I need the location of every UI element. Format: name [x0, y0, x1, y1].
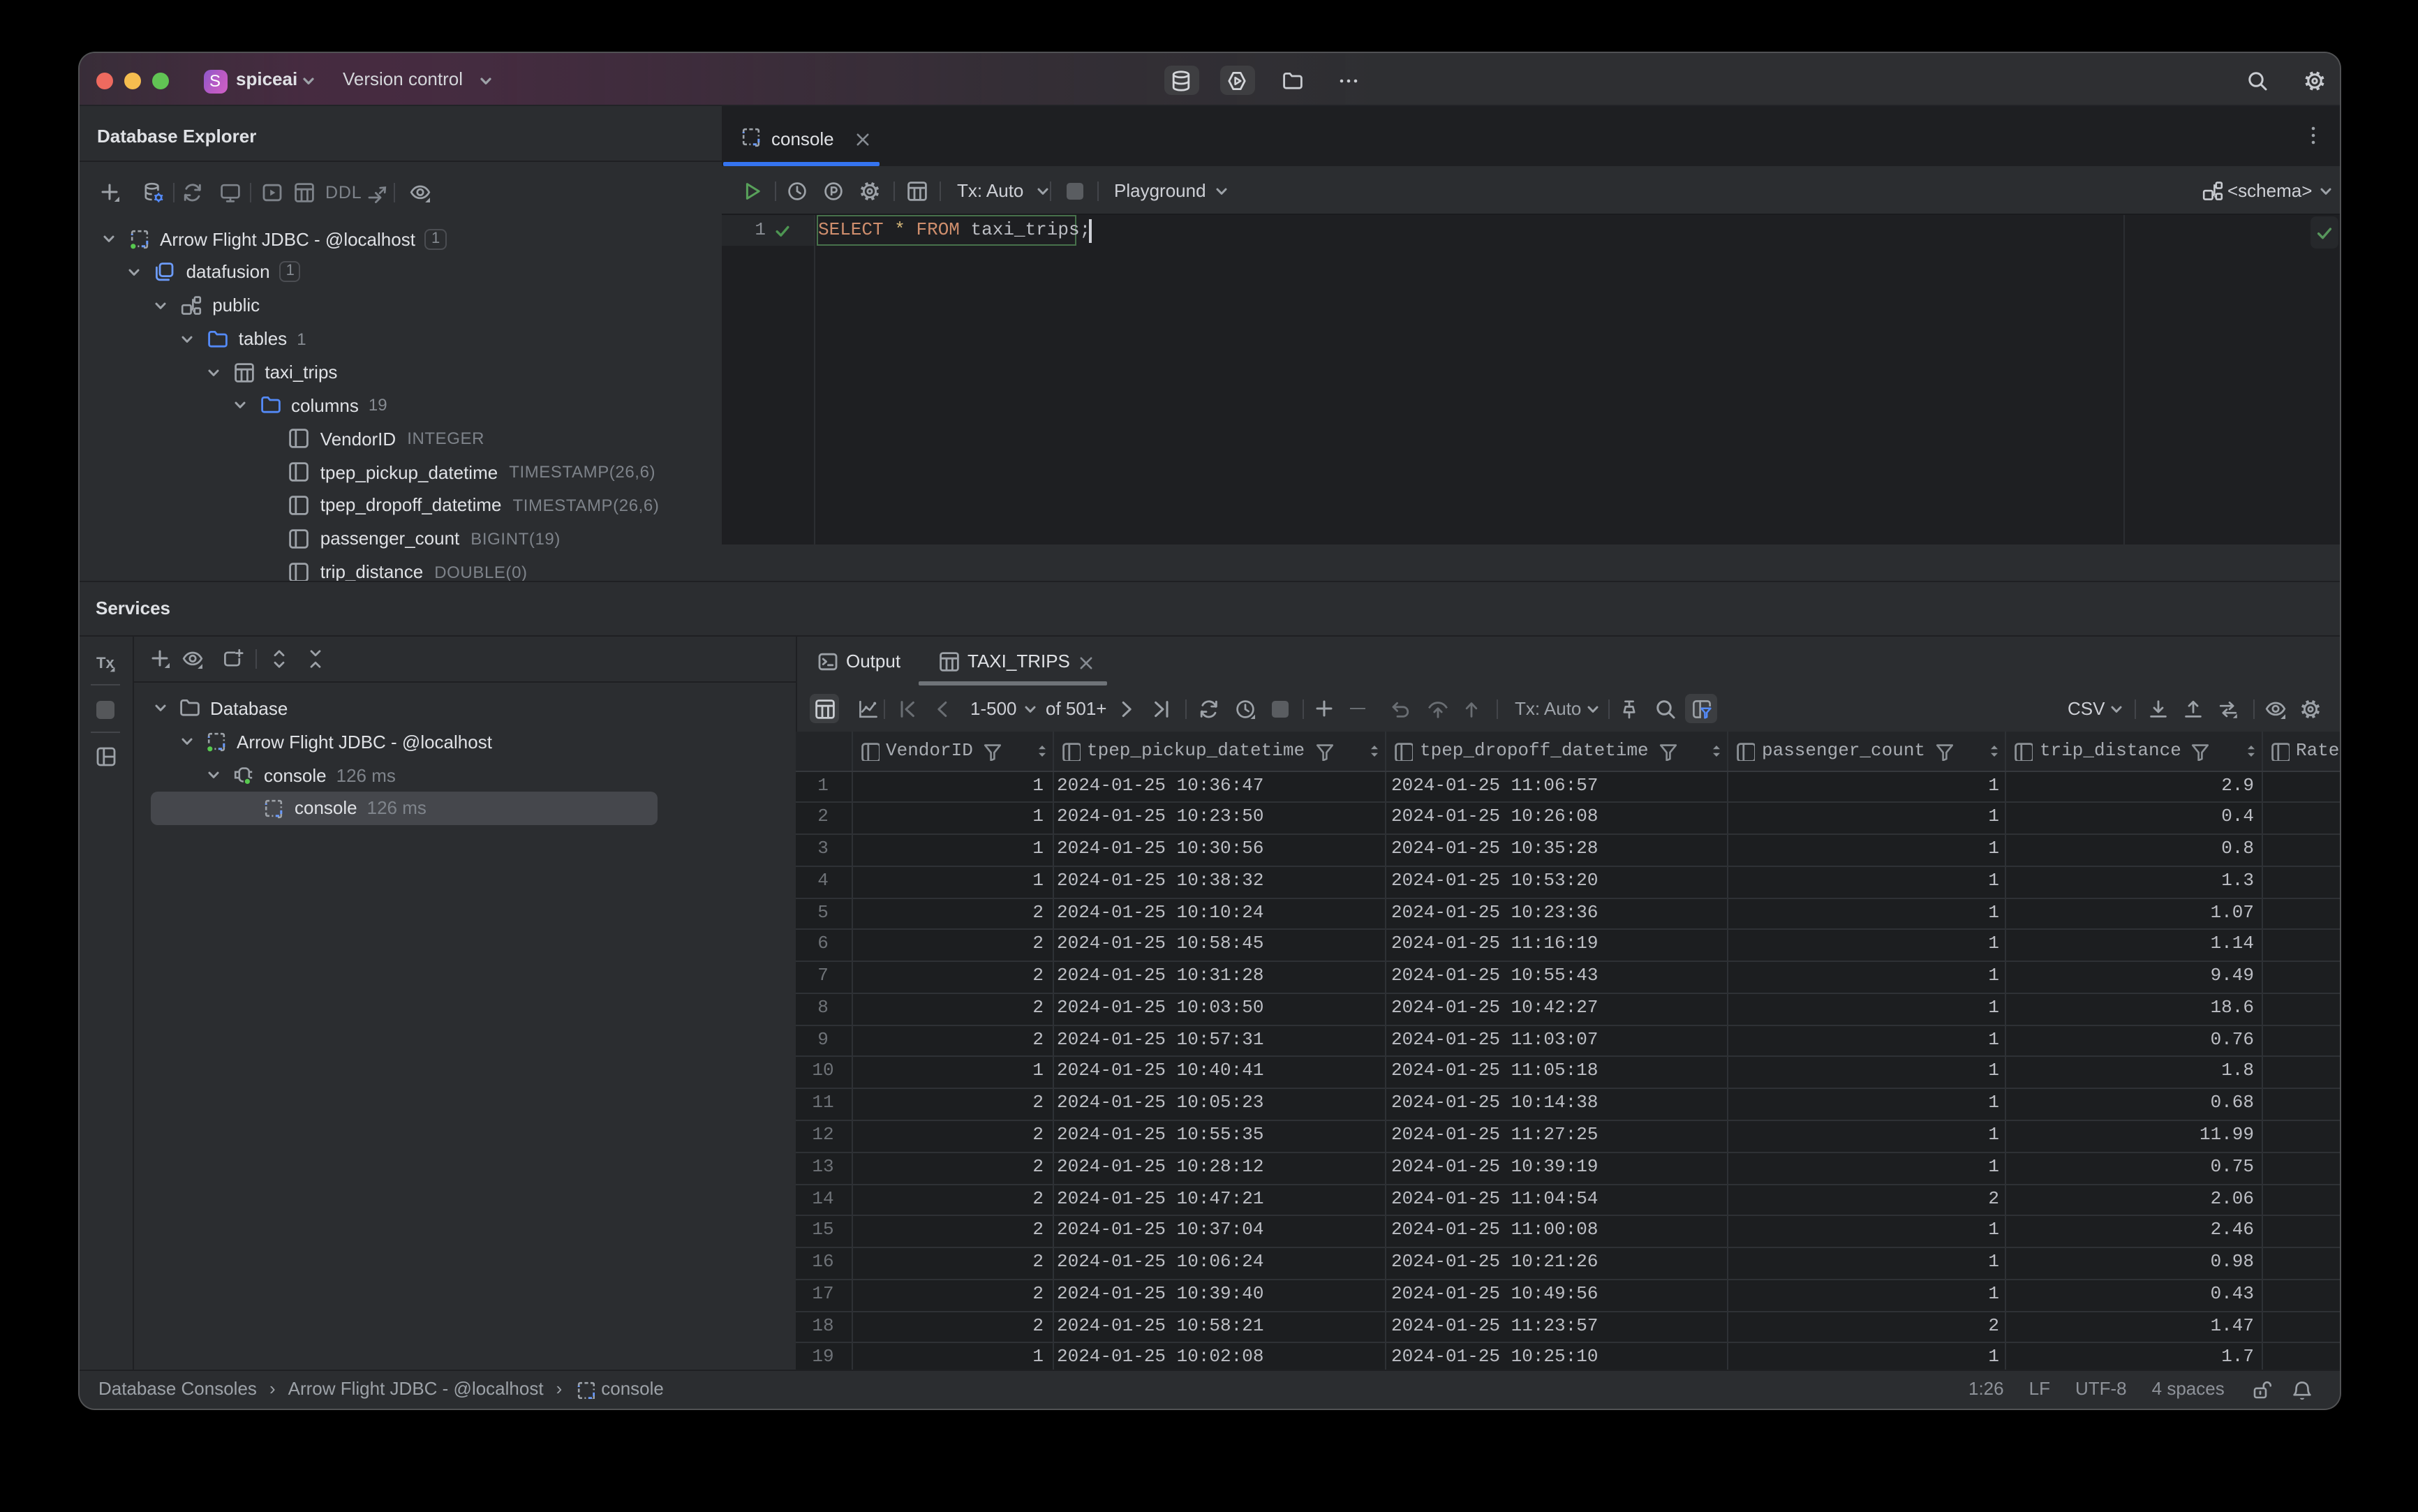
svg-text:Tx: Tx	[96, 654, 114, 672]
